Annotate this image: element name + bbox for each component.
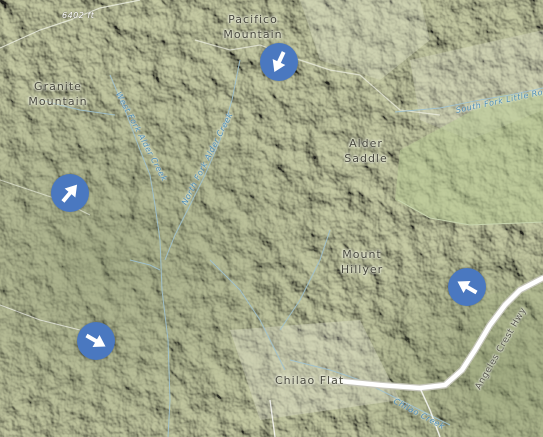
place-label-chilao-flat: Chilao Flat bbox=[275, 374, 345, 387]
place-label-pacifico-mountain: Pacifico Mountain bbox=[223, 13, 283, 41]
place-label-mount-hillyer: Mount Hillyer bbox=[340, 248, 384, 276]
wind-arrow-marker-angeles-crest[interactable] bbox=[448, 268, 486, 306]
elevation-label: 6402 ft bbox=[62, 11, 95, 20]
wind-arrow-marker-granite[interactable] bbox=[51, 174, 89, 212]
arrow-icon bbox=[457, 280, 478, 295]
arrow-icon bbox=[61, 184, 78, 203]
place-label-granite-mountain: Granite Mountain bbox=[28, 80, 88, 108]
arrow-icon bbox=[272, 51, 286, 72]
arrow-icon bbox=[85, 333, 106, 348]
wind-arrow-marker-southwest[interactable] bbox=[77, 322, 115, 360]
place-label-alder-saddle: Alder Saddle bbox=[344, 137, 388, 165]
wind-arrow-marker-pacifico[interactable] bbox=[260, 43, 298, 81]
